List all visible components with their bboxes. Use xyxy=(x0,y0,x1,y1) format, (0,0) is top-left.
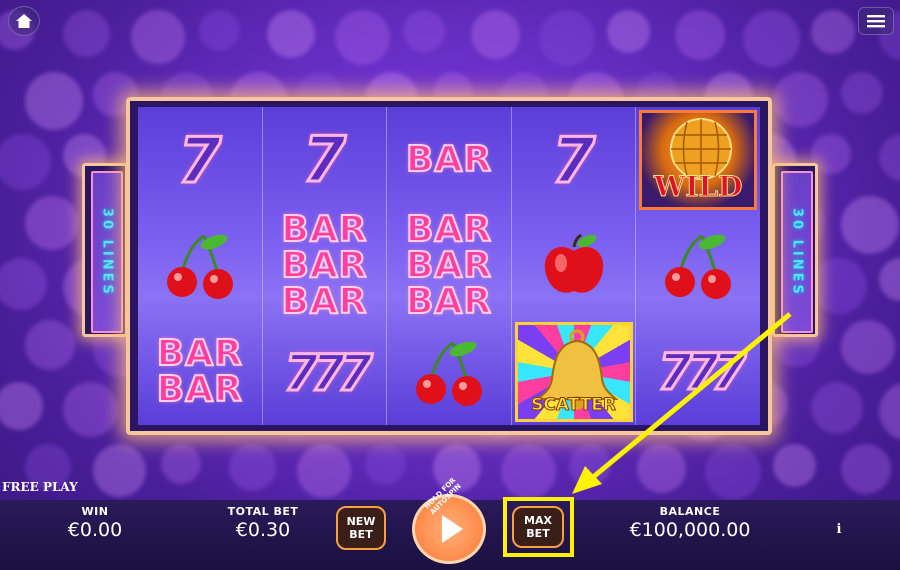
bokeh-dot xyxy=(878,134,900,181)
symbol-triple-bar: BAR BAR BAR xyxy=(405,209,492,322)
win-display: WIN €0.00 xyxy=(52,505,138,541)
bokeh-dot xyxy=(772,444,816,487)
symbol-seven: 7 xyxy=(550,122,596,198)
scatter-tile: SCATTER xyxy=(514,322,633,422)
symbol-wild: WILD xyxy=(636,107,760,213)
bokeh-dot xyxy=(160,444,201,484)
win-value: €0.00 xyxy=(67,519,123,541)
hamburger-menu-icon xyxy=(867,15,885,28)
bokeh-dot xyxy=(24,72,83,130)
max-bet-button[interactable]: MAX BET xyxy=(512,506,564,548)
bokeh-dot xyxy=(840,320,895,374)
right-lines-panel: 30 LINES xyxy=(772,163,818,337)
home-button[interactable] xyxy=(8,6,40,36)
bokeh-dot xyxy=(704,444,761,500)
bokeh-dot xyxy=(568,444,611,486)
symbol-scatter: SCATTER xyxy=(512,319,636,425)
bokeh-dot xyxy=(62,382,118,437)
balance-value: €100,000.00 xyxy=(629,519,751,541)
bokeh-dot xyxy=(24,320,75,370)
bokeh-dot xyxy=(296,444,351,498)
symbol-triple-seven: 777 xyxy=(656,342,747,403)
symbol-seven: 7 xyxy=(301,122,347,198)
bokeh-dot xyxy=(92,444,146,497)
balance-label: BALANCE xyxy=(659,505,721,518)
menu-button[interactable] xyxy=(858,7,894,35)
home-icon xyxy=(16,14,32,28)
bokeh-dot xyxy=(500,444,556,499)
bokeh-dot xyxy=(266,10,315,58)
reel-4: 7 SCATTER xyxy=(511,107,637,425)
wild-label: WILD xyxy=(653,170,743,204)
bokeh-dot xyxy=(636,444,686,493)
symbol-cherry xyxy=(387,320,511,425)
bokeh-dot xyxy=(228,444,276,491)
balance-display: BALANCE €100,000.00 xyxy=(610,505,770,541)
bokeh-dot xyxy=(674,10,725,60)
wild-tile: WILD xyxy=(639,110,758,210)
bokeh-dot xyxy=(130,10,185,64)
bokeh-dot xyxy=(334,10,390,65)
cherry-icon xyxy=(665,234,732,299)
symbol-bar: BAR xyxy=(405,138,492,181)
bokeh-dot xyxy=(62,10,110,57)
bokeh-dot xyxy=(810,10,855,54)
cherry-icon xyxy=(415,341,482,406)
total-bet-value: €0.30 xyxy=(235,519,291,541)
bokeh-dot xyxy=(878,258,900,301)
symbol-cherry xyxy=(138,213,262,319)
bokeh-dot xyxy=(742,10,800,67)
total-bet-display: TOTAL BET €0.30 xyxy=(218,505,308,541)
lines-label-left: 30 LINES xyxy=(99,207,115,297)
symbol-apple xyxy=(512,213,636,319)
max-bet-label: MAX BET xyxy=(524,513,552,540)
info-button[interactable]: i xyxy=(830,522,848,540)
bokeh-dot xyxy=(24,196,79,250)
win-label: WIN xyxy=(81,505,109,518)
bokeh-dot xyxy=(0,382,43,430)
new-bet-label: NEW BET xyxy=(346,514,376,541)
reel-1: 7 BAR BAR xyxy=(138,107,263,425)
play-icon xyxy=(442,515,463,543)
bokeh-dot xyxy=(364,444,406,485)
total-bet-label: TOTAL BET xyxy=(227,505,299,518)
left-lines-panel: 30 LINES xyxy=(82,163,128,337)
apple-icon xyxy=(544,233,603,293)
symbol-cherry xyxy=(636,213,760,319)
bokeh-dot xyxy=(606,10,650,53)
bokeh-dot xyxy=(402,10,445,52)
free-play-label: FREE PLAY xyxy=(2,480,78,494)
cherry-icon xyxy=(166,234,233,299)
reel-grid: 7 BAR BAR 7 BAR BAR BAR 777 BAR BAR BAR … xyxy=(138,107,760,425)
symbol-triple-seven: 777 xyxy=(283,342,374,403)
reel-2: 7 BAR BAR BAR 777 xyxy=(262,107,388,425)
bokeh-dot xyxy=(538,10,595,66)
bokeh-dot xyxy=(810,382,863,434)
bokeh-dot xyxy=(198,10,240,51)
scatter-label: SCATTER xyxy=(531,395,617,416)
reel-5: WILD 777 xyxy=(636,107,760,425)
symbol-seven: 7 xyxy=(177,122,223,198)
spin-button[interactable]: HOLD FOR AUTOSPIN xyxy=(412,476,486,564)
lines-label-right: 30 LINES xyxy=(789,207,805,297)
bokeh-dot xyxy=(840,72,883,114)
symbol-triple-bar: BAR BAR BAR xyxy=(280,209,368,322)
bokeh-dot xyxy=(470,10,520,59)
bokeh-dot xyxy=(878,382,900,441)
new-bet-button[interactable]: NEW BET xyxy=(336,506,386,550)
bokeh-dot xyxy=(810,258,867,314)
bokeh-dot xyxy=(0,134,51,190)
symbol-double-bar: BAR BAR xyxy=(156,333,243,410)
bokeh-dot xyxy=(840,196,899,254)
reel-3: BAR BAR BAR BAR xyxy=(387,107,512,425)
bokeh-dot xyxy=(772,72,828,127)
bokeh-dot xyxy=(840,444,891,494)
bokeh-dot xyxy=(0,258,47,310)
